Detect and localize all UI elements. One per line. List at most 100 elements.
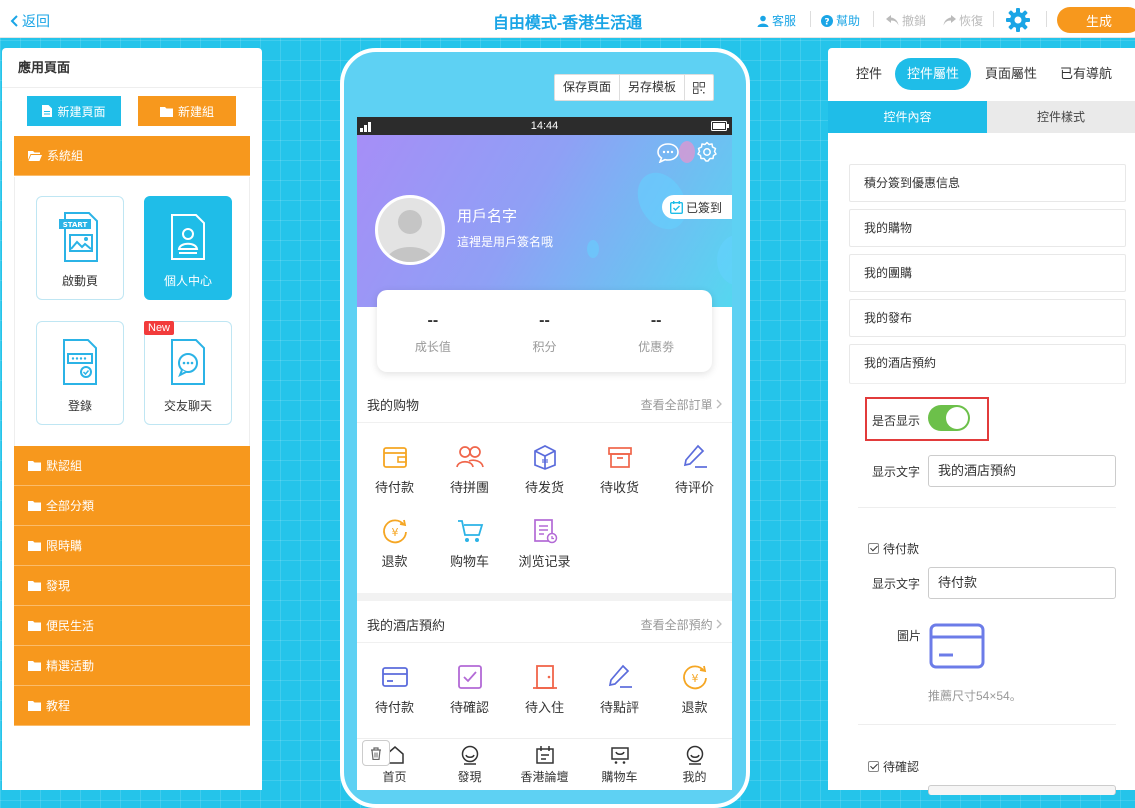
checkbox-box: [868, 543, 879, 554]
svg-text:?: ?: [824, 17, 829, 27]
avatar[interactable]: [375, 195, 445, 265]
group-categories[interactable]: 全部分類: [14, 486, 250, 526]
folder-icon: [28, 621, 41, 631]
message-icon[interactable]: [657, 143, 679, 163]
group-services[interactable]: 便民生活: [14, 606, 250, 646]
page-card-launch[interactable]: START 啟動頁: [36, 196, 124, 300]
shop-item-to-ship[interactable]: 待发货: [507, 435, 582, 499]
stat-label: 成长值: [414, 340, 451, 354]
image-label: 圖片: [897, 629, 922, 643]
group-system[interactable]: 系統組: [14, 136, 250, 176]
group-flash-sale[interactable]: 限時購: [14, 526, 250, 566]
status-time: 14:44: [530, 120, 559, 132]
subtab-widget-content[interactable]: 控件內容: [828, 101, 987, 133]
hotel-item-to-confirm[interactable]: 待確認: [432, 655, 507, 719]
status-bar: 14:44: [357, 117, 732, 135]
shop-item-history[interactable]: 浏览记录: [507, 509, 582, 573]
stat-growth[interactable]: -- 成长值: [377, 290, 489, 372]
folder-open-icon: [28, 151, 42, 161]
group-discover[interactable]: 發現: [14, 566, 250, 606]
group-label: 教程: [46, 699, 71, 713]
tab-discover[interactable]: 發現: [432, 739, 507, 790]
card-image-icon[interactable]: [928, 620, 986, 672]
divider: [858, 507, 1116, 508]
gear-icon[interactable]: [1006, 8, 1030, 32]
back-button[interactable]: 返回: [10, 11, 50, 31]
page-card-profile[interactable]: 個人中心: [144, 196, 232, 300]
tab-widget-properties[interactable]: 控件屬性: [895, 58, 971, 90]
widget-row-shopping[interactable]: 我的購物: [849, 209, 1126, 247]
undo-button[interactable]: 撤銷: [886, 12, 926, 29]
chat-icon: [171, 339, 205, 385]
svg-text:¥: ¥: [691, 672, 698, 685]
redo-button[interactable]: 恢復: [943, 12, 983, 29]
stat-coupons[interactable]: -- 优惠劵: [600, 290, 712, 372]
shop-item-group-buy[interactable]: 待拼團: [432, 435, 507, 499]
display-text-input-2[interactable]: 待付款: [928, 567, 1116, 599]
decor-blob: [679, 141, 695, 163]
stat-value: --: [427, 312, 439, 329]
folder-icon: [28, 461, 41, 471]
refund-icon: ¥: [382, 519, 407, 544]
service-button[interactable]: 客服: [757, 12, 796, 29]
chevron-left-icon: [10, 15, 18, 27]
widget-row-hotel[interactable]: 我的酒店預約: [849, 344, 1126, 384]
hotel-item-to-review[interactable]: 待點評: [582, 655, 657, 719]
shop-item-pending-payment[interactable]: 待付款: [357, 435, 432, 499]
help-button[interactable]: ? 幫助: [821, 12, 860, 29]
trash-icon: [371, 746, 381, 760]
shop-item-to-receive[interactable]: 待收货: [582, 435, 657, 499]
phone-screen: 14:44 用戶名字 這裡是用戶簽名哦 已簽到 -- 成长值 -- 积分 -- 优惠劵…: [357, 117, 732, 790]
section-divider: [357, 593, 732, 601]
checkbox-to-confirm[interactable]: 待確認: [868, 758, 919, 775]
subtab-widget-style[interactable]: 控件樣式: [987, 101, 1135, 133]
card-label: 個人中心: [163, 274, 212, 288]
hotel-item-to-checkin[interactable]: 待入住: [507, 655, 582, 719]
check-in-badge[interactable]: 已簽到: [662, 195, 732, 219]
group-icon: [455, 446, 484, 468]
shop-item-to-review[interactable]: 待评价: [657, 435, 732, 499]
pencil-icon: [683, 444, 707, 468]
shop-item-cart[interactable]: 购物车: [432, 509, 507, 573]
tab-forum[interactable]: 香港論壇: [507, 739, 582, 790]
page-card-chat[interactable]: New 交友聊天: [144, 321, 232, 425]
widget-row-group-buy[interactable]: 我的團購: [849, 254, 1126, 292]
checkbox-pending-payment[interactable]: 待付款: [868, 540, 919, 557]
group-events[interactable]: 精選活動: [14, 646, 250, 686]
generate-button[interactable]: 生成: [1057, 7, 1135, 33]
new-page-button[interactable]: 新建頁面: [27, 96, 121, 126]
divider: [993, 11, 994, 27]
settings-icon[interactable]: [696, 141, 718, 163]
group-tutorial[interactable]: 教程: [14, 686, 250, 726]
tab-navigation[interactable]: 已有導航: [1056, 58, 1116, 90]
group-label: 默認組: [46, 459, 83, 473]
delete-widget-button[interactable]: [362, 740, 390, 766]
package-icon: [607, 447, 632, 468]
hotel-item-pending-payment[interactable]: 待付款: [357, 655, 432, 719]
shop-item-refund[interactable]: ¥ 退款: [357, 509, 432, 573]
visibility-toggle[interactable]: [928, 405, 970, 431]
new-group-button[interactable]: 新建組: [138, 96, 236, 126]
group-default[interactable]: 默認組: [14, 446, 250, 486]
next-input-partial[interactable]: [928, 785, 1116, 795]
save-template-button[interactable]: 另存模板: [620, 75, 686, 100]
hotel-item-refund[interactable]: ¥ 退款: [657, 655, 732, 719]
view-all-orders-link[interactable]: 查看全部訂單: [641, 396, 722, 413]
start-page-icon: START: [59, 212, 98, 262]
qr-button[interactable]: [685, 75, 713, 100]
tab-page-properties[interactable]: 頁面屬性: [979, 58, 1043, 90]
tab-cart[interactable]: 購物车: [582, 739, 657, 790]
wallet-icon: [382, 447, 407, 468]
svg-text:¥: ¥: [391, 526, 398, 539]
page-card-login[interactable]: 登錄: [36, 321, 124, 425]
tab-label: 我的: [682, 770, 707, 784]
save-page-button[interactable]: 保存頁面: [555, 75, 621, 100]
tab-widgets[interactable]: 控件: [848, 58, 890, 90]
folder-icon: [159, 106, 173, 117]
stat-points[interactable]: -- 积分: [489, 290, 601, 372]
widget-row-posts[interactable]: 我的發布: [849, 299, 1126, 337]
display-text-input[interactable]: 我的酒店預約: [928, 455, 1116, 487]
view-all-bookings-link[interactable]: 查看全部預約: [641, 616, 722, 633]
widget-row-points[interactable]: 積分簽到優惠信息: [849, 164, 1126, 202]
tab-mine[interactable]: 我的: [657, 739, 732, 790]
